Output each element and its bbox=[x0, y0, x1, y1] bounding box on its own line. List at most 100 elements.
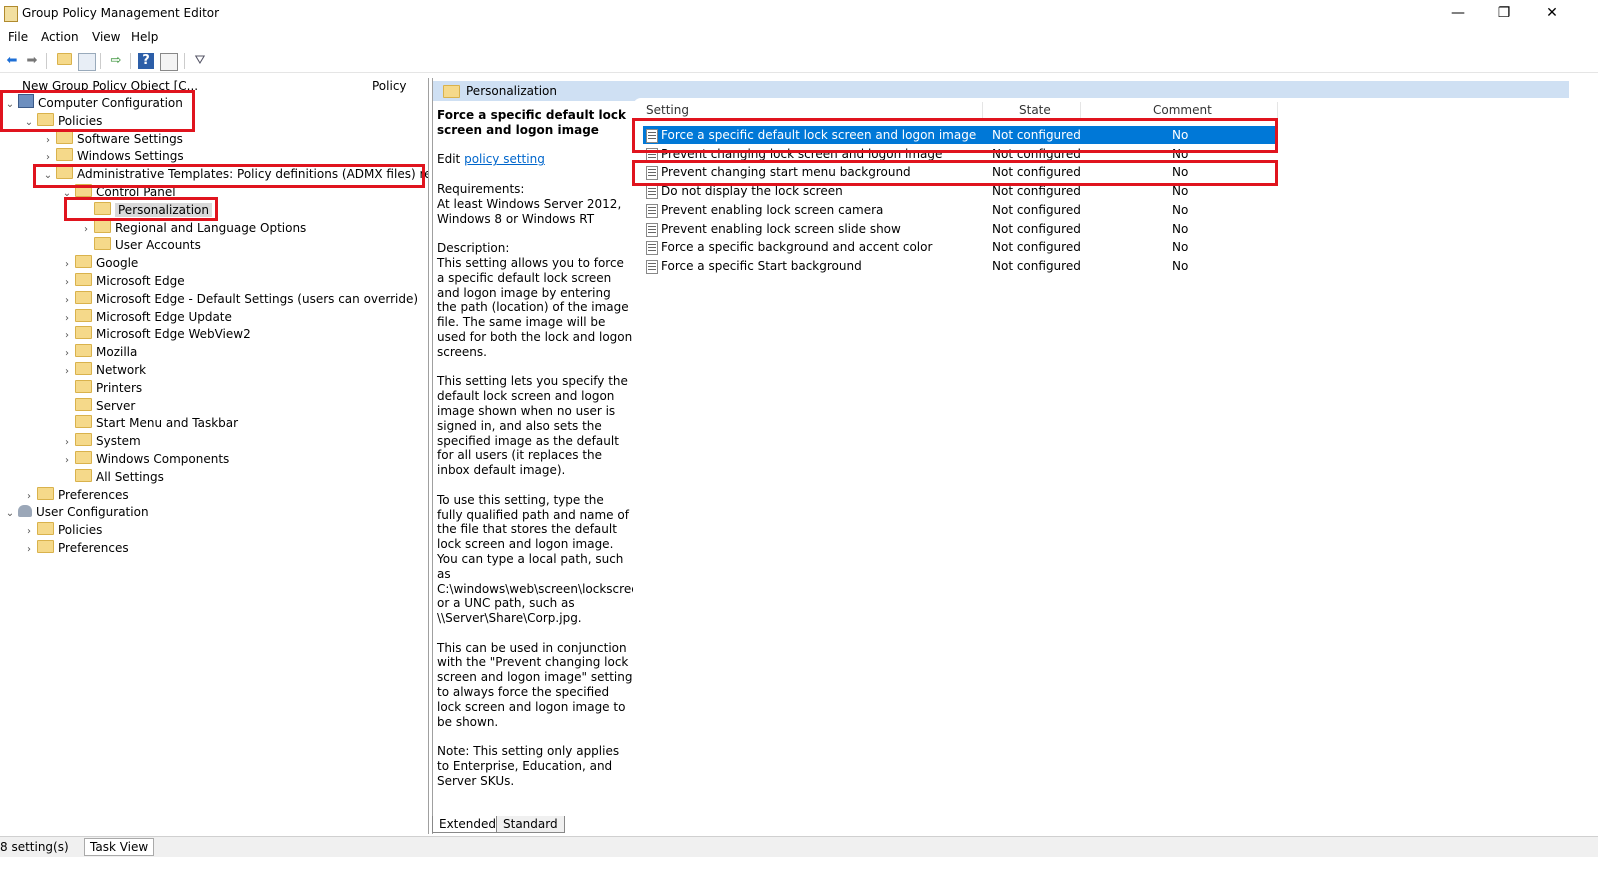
policy-setting-icon bbox=[646, 259, 658, 274]
expand-down-icon[interactable]: ⌄ bbox=[4, 96, 16, 114]
setting-comment: No bbox=[1172, 165, 1189, 180]
description-paragraph: To use this setting, type the fully qual… bbox=[437, 492, 669, 626]
setting-name: Force a specific default lock screen and… bbox=[661, 128, 977, 142]
app-icon bbox=[4, 6, 18, 22]
tree-node[interactable]: All Settings bbox=[61, 468, 164, 486]
tree-node[interactable]: Start Menu and Taskbar bbox=[61, 414, 238, 432]
close-button[interactable]: ✕ bbox=[1542, 4, 1562, 22]
setting-comment: No bbox=[1172, 128, 1189, 142]
setting-row[interactable]: Prevent enabling lock screen slide show N… bbox=[643, 220, 1277, 238]
up-folder-icon[interactable] bbox=[56, 53, 72, 69]
tree-root-label[interactable]: New Group Policy Object [C... bbox=[22, 79, 198, 93]
tree-node[interactable]: › Microsoft Edge - Default Settings (user… bbox=[61, 290, 418, 308]
help-icon[interactable]: ? bbox=[138, 53, 154, 69]
folder-icon bbox=[75, 451, 92, 464]
tab-standard[interactable]: Standard bbox=[496, 816, 565, 833]
tree-node[interactable]: › Software Settings bbox=[42, 130, 183, 148]
tree-node[interactable]: ⌄ Computer Configuration bbox=[4, 94, 183, 112]
extended-description: Force a specific default lock screen and… bbox=[437, 108, 669, 803]
setting-comment: No bbox=[1172, 184, 1189, 199]
export-list-icon[interactable]: ⇨ bbox=[108, 53, 124, 69]
tree-node[interactable]: ⌄ Policies bbox=[23, 112, 102, 130]
tree-node[interactable]: Personalization bbox=[80, 201, 212, 219]
folder-icon bbox=[56, 130, 73, 144]
setting-name: Prevent changing lock screen and logon i… bbox=[661, 146, 943, 161]
tree-node[interactable]: User Accounts bbox=[80, 236, 201, 254]
folder-icon bbox=[94, 237, 111, 251]
tree-node[interactable]: › Google bbox=[61, 254, 138, 272]
setting-row[interactable]: Force a specific background and accent c… bbox=[643, 238, 1277, 256]
column-divider[interactable] bbox=[982, 102, 983, 120]
maximize-button[interactable]: ❐ bbox=[1494, 4, 1514, 22]
tree-node[interactable]: ⌄ Administrative Templates: Policy defini… bbox=[42, 165, 428, 185]
tree-node[interactable]: › Policies bbox=[23, 521, 102, 539]
description-paragraph: Description: This setting allows you to … bbox=[437, 241, 633, 359]
folder-icon bbox=[75, 184, 92, 197]
tree-node[interactable]: › Regional and Language Options bbox=[80, 219, 306, 237]
tree-node[interactable]: › Windows Components bbox=[61, 450, 229, 468]
column-divider[interactable] bbox=[1080, 102, 1081, 120]
back-icon[interactable]: ⬅ bbox=[4, 53, 20, 69]
menu-help[interactable]: Help bbox=[131, 30, 158, 44]
expand-down-icon[interactable]: ⌄ bbox=[4, 505, 16, 523]
tab-extended[interactable]: Extended bbox=[432, 816, 503, 833]
console-tree[interactable]: New Group Policy Object [C... Policy ⌄ Co… bbox=[0, 78, 429, 834]
setting-row[interactable]: Force a specific Start background Not con… bbox=[643, 257, 1277, 275]
folder-icon bbox=[75, 290, 92, 304]
tree-node-label: User Accounts bbox=[115, 238, 201, 253]
menu-file[interactable]: File bbox=[8, 30, 28, 44]
tree-node-label: Server bbox=[96, 398, 136, 413]
folder-icon bbox=[37, 112, 54, 126]
edit-policy-setting-link[interactable]: policy setting bbox=[464, 152, 545, 166]
task-view-button[interactable]: Task View bbox=[84, 838, 155, 856]
column-divider[interactable] bbox=[1277, 102, 1278, 120]
column-header-state[interactable]: State bbox=[1019, 103, 1051, 117]
tree-node-label: System bbox=[96, 434, 141, 449]
tree-node-label: Personalization bbox=[115, 202, 212, 217]
tree-node[interactable]: › Preferences bbox=[23, 486, 129, 504]
setting-comment: No bbox=[1172, 146, 1189, 161]
tree-node[interactable]: Printers bbox=[61, 379, 142, 397]
expand-down-icon[interactable]: ⌄ bbox=[23, 114, 35, 132]
tree-node-label: Windows Components bbox=[96, 452, 230, 466]
tree-node[interactable]: › Preferences bbox=[23, 539, 129, 557]
setting-state: Not configured bbox=[992, 202, 1081, 217]
show-hide-tree-icon[interactable] bbox=[78, 53, 96, 71]
tree-node-label: Policies bbox=[58, 523, 103, 538]
minimize-button[interactable]: — bbox=[1448, 4, 1468, 22]
tree-node[interactable]: › Mozilla bbox=[61, 343, 137, 361]
forward-icon[interactable]: ➡ bbox=[24, 53, 40, 69]
tree-node[interactable]: ⌄ User Configuration bbox=[4, 503, 149, 521]
setting-comment: No bbox=[1172, 240, 1189, 255]
column-header-comment[interactable]: Comment bbox=[1153, 103, 1212, 117]
column-header-setting[interactable]: Setting bbox=[646, 103, 689, 117]
setting-row[interactable]: Prevent changing lock screen and logon i… bbox=[643, 145, 1277, 163]
policy-setting-icon bbox=[646, 129, 658, 143]
tree-node[interactable]: ⌄ Control Panel bbox=[61, 183, 176, 201]
folder-icon bbox=[94, 219, 111, 233]
tree-node-label: Printers bbox=[96, 380, 143, 395]
toolbar-separator bbox=[100, 53, 101, 69]
expand-down-icon[interactable]: ⌄ bbox=[61, 185, 73, 203]
filter-icon[interactable]: ⛛ bbox=[192, 53, 208, 69]
tree-node-label: Microsoft Edge WebView2 bbox=[96, 327, 251, 342]
setting-row[interactable]: Do not display the lock screen Not config… bbox=[643, 182, 1277, 200]
expand-right-icon[interactable]: › bbox=[23, 541, 35, 559]
tree-node[interactable]: Server bbox=[61, 397, 135, 415]
tree-node[interactable]: › Microsoft Edge Update bbox=[61, 308, 232, 326]
menu-action[interactable]: Action bbox=[41, 30, 79, 44]
settings-list[interactable]: Setting State Comment Force a specific d… bbox=[633, 98, 1569, 818]
setting-row[interactable]: Prevent enabling lock screen camera Not c… bbox=[643, 201, 1277, 219]
tree-node[interactable]: › Network bbox=[61, 361, 146, 379]
setting-row[interactable]: Force a specific default lock screen and… bbox=[643, 126, 1277, 144]
tree-node[interactable]: › Microsoft Edge bbox=[61, 272, 185, 290]
setting-row[interactable]: Prevent changing start menu background No… bbox=[643, 163, 1277, 181]
settings-count: 8 setting(s) bbox=[0, 840, 69, 854]
tree-node[interactable]: › Microsoft Edge WebView2 bbox=[61, 325, 251, 343]
tree-node[interactable]: › Windows Settings bbox=[42, 147, 184, 165]
policy-setting-icon bbox=[646, 166, 658, 181]
tree-node[interactable]: › System bbox=[61, 432, 141, 450]
expand-down-icon[interactable]: ⌄ bbox=[42, 167, 54, 185]
menu-view[interactable]: View bbox=[92, 30, 120, 44]
properties-icon[interactable] bbox=[160, 53, 178, 71]
